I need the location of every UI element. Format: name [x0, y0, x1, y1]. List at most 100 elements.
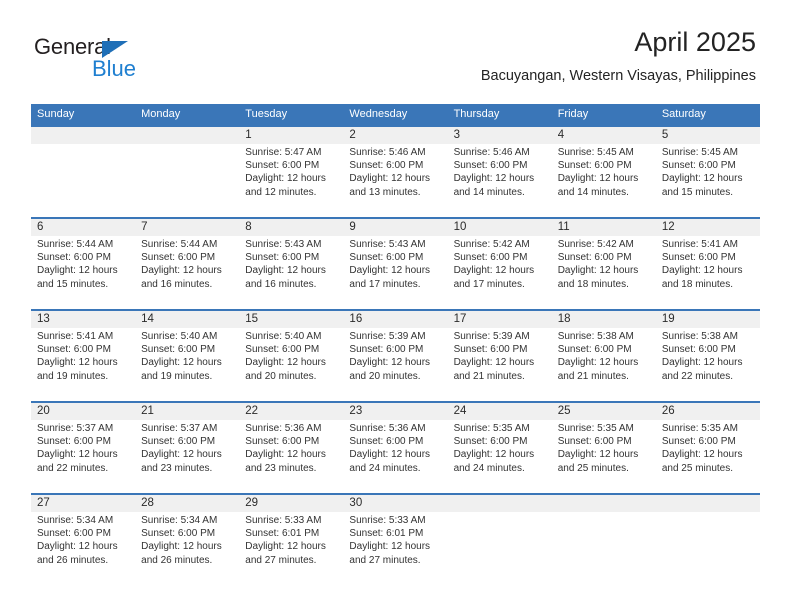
sunset-text: Sunset: 6:00 PM [453, 160, 528, 172]
day-cell[interactable]: 21 Sunrise: 5:37 AM Sunset: 6:00 PM Dayl… [135, 403, 239, 493]
day-number: 16 [349, 313, 363, 325]
day-cell[interactable]: 5 Sunrise: 5:45 AM Sunset: 6:00 PM Dayli… [656, 127, 760, 217]
day-cell[interactable]: 17 Sunrise: 5:39 AM Sunset: 6:00 PM Dayl… [448, 311, 552, 401]
day-details: Sunrise: 5:34 AM Sunset: 6:00 PM Dayligh… [141, 514, 234, 567]
day-number: 26 [661, 405, 675, 417]
day-cell[interactable]: 6 Sunrise: 5:44 AM Sunset: 6:00 PM Dayli… [31, 219, 135, 309]
day-number: 27 [37, 497, 50, 509]
day-cell[interactable]: 28 Sunrise: 5:34 AM Sunset: 6:00 PM Dayl… [135, 495, 239, 585]
day-cell[interactable]: 18 Sunrise: 5:38 AM Sunset: 6:00 PM Dayl… [552, 311, 656, 401]
daylight-text-line1: Daylight: 12 hours [661, 265, 743, 277]
daylight-text-line1: Daylight: 12 hours [661, 449, 743, 461]
day-cell[interactable]: 9 Sunrise: 5:43 AM Sunset: 6:00 PM Dayli… [343, 219, 447, 309]
weekday-thursday: Thursday [453, 108, 500, 120]
sunset-text: Sunset: 6:00 PM [453, 344, 528, 356]
day-number: 1 [245, 129, 252, 141]
sunrise-text: Sunrise: 5:45 AM [557, 147, 634, 158]
weekday-saturday: Saturday [661, 108, 706, 120]
day-number: 3 [453, 129, 460, 141]
day-cell[interactable]: 30 Sunrise: 5:33 AM Sunset: 6:01 PM Dayl… [343, 495, 447, 585]
day-cell[interactable] [656, 495, 760, 585]
daylight-text-line1: Daylight: 12 hours [141, 357, 222, 369]
daylight-text-line1: Daylight: 12 hours [349, 265, 431, 277]
day-cell[interactable]: 27 Sunrise: 5:34 AM Sunset: 6:00 PM Dayl… [31, 495, 135, 585]
day-cell[interactable]: 13 Sunrise: 5:41 AM Sunset: 6:00 PM Dayl… [31, 311, 135, 401]
day-cell[interactable]: 26 Sunrise: 5:35 AM Sunset: 6:00 PM Dayl… [656, 403, 760, 493]
day-number: 2 [349, 129, 356, 141]
daylight-text-line1: Daylight: 12 hours [245, 173, 326, 185]
daylight-text-line1: Daylight: 12 hours [453, 357, 535, 369]
day-cell[interactable]: 1 Sunrise: 5:47 AM Sunset: 6:00 PM Dayli… [239, 127, 343, 217]
general-blue-logo[interactable]: General Blue [34, 34, 234, 82]
day-cell[interactable] [448, 495, 552, 585]
day-number: 17 [453, 313, 467, 325]
day-details: Sunrise: 5:40 AM Sunset: 6:00 PM Dayligh… [245, 330, 338, 383]
day-cell[interactable] [552, 495, 656, 585]
daylight-text-line2: and 22 minutes. [37, 462, 109, 474]
daylight-text-line1: Daylight: 12 hours [141, 265, 222, 277]
day-cell[interactable]: 8 Sunrise: 5:43 AM Sunset: 6:00 PM Dayli… [239, 219, 343, 309]
day-details: Sunrise: 5:38 AM Sunset: 6:00 PM Dayligh… [558, 330, 651, 383]
sunrise-text: Sunrise: 5:45 AM [661, 147, 738, 158]
day-cell[interactable]: 11 Sunrise: 5:42 AM Sunset: 6:00 PM Dayl… [552, 219, 656, 309]
daylight-text-line1: Daylight: 12 hours [453, 449, 535, 461]
day-cell[interactable]: 2 Sunrise: 5:46 AM Sunset: 6:00 PM Dayli… [343, 127, 447, 217]
day-number: 8 [245, 221, 252, 233]
daylight-text-line2: and 23 minutes. [245, 462, 317, 474]
day-cell[interactable]: 24 Sunrise: 5:35 AM Sunset: 6:00 PM Dayl… [448, 403, 552, 493]
day-cell[interactable]: 25 Sunrise: 5:35 AM Sunset: 6:00 PM Dayl… [552, 403, 656, 493]
sunset-text: Sunset: 6:00 PM [453, 436, 528, 448]
daylight-text-line1: Daylight: 12 hours [245, 357, 326, 369]
day-cell[interactable] [135, 127, 239, 217]
day-details: Sunrise: 5:42 AM Sunset: 6:00 PM Dayligh… [454, 238, 547, 291]
weekday-monday: Monday [141, 108, 181, 120]
day-number: 25 [557, 405, 571, 417]
sunset-text: Sunset: 6:00 PM [349, 344, 424, 356]
daylight-text-line2: and 23 minutes. [141, 462, 213, 474]
day-cell[interactable]: 10 Sunrise: 5:42 AM Sunset: 6:00 PM Dayl… [448, 219, 552, 309]
day-cell[interactable]: 16 Sunrise: 5:39 AM Sunset: 6:00 PM Dayl… [343, 311, 447, 401]
sunrise-text: Sunrise: 5:40 AM [245, 331, 322, 342]
day-details: Sunrise: 5:43 AM Sunset: 6:00 PM Dayligh… [245, 238, 338, 291]
day-cell[interactable]: 14 Sunrise: 5:40 AM Sunset: 6:00 PM Dayl… [135, 311, 239, 401]
day-cell[interactable] [31, 127, 135, 217]
day-cell[interactable]: 29 Sunrise: 5:33 AM Sunset: 6:01 PM Dayl… [239, 495, 343, 585]
day-cell[interactable]: 20 Sunrise: 5:37 AM Sunset: 6:00 PM Dayl… [31, 403, 135, 493]
sunset-text: Sunset: 6:00 PM [37, 528, 111, 540]
day-cell[interactable]: 22 Sunrise: 5:36 AM Sunset: 6:00 PM Dayl… [239, 403, 343, 493]
daylight-text-line1: Daylight: 12 hours [453, 173, 535, 185]
daylight-text-line1: Daylight: 12 hours [245, 449, 326, 461]
page-title: April 2025 [634, 27, 756, 57]
sunrise-text: Sunrise: 5:39 AM [453, 331, 530, 342]
day-cell[interactable]: 4 Sunrise: 5:45 AM Sunset: 6:00 PM Dayli… [552, 127, 656, 217]
day-number: 20 [37, 405, 50, 417]
day-cell[interactable]: 15 Sunrise: 5:40 AM Sunset: 6:00 PM Dayl… [239, 311, 343, 401]
daylight-text-line2: and 27 minutes. [349, 554, 421, 566]
day-number [141, 127, 234, 144]
sunset-text: Sunset: 6:00 PM [37, 436, 111, 448]
day-number: 30 [349, 497, 363, 509]
daylight-text-line1: Daylight: 12 hours [245, 265, 326, 277]
sunset-text: Sunset: 6:00 PM [661, 252, 736, 264]
day-cell[interactable]: 19 Sunrise: 5:38 AM Sunset: 6:00 PM Dayl… [656, 311, 760, 401]
day-details: Sunrise: 5:33 AM Sunset: 6:01 PM Dayligh… [245, 514, 338, 567]
sunset-text: Sunset: 6:00 PM [245, 252, 320, 264]
sunset-text: Sunset: 6:00 PM [141, 528, 216, 540]
sunrise-text: Sunrise: 5:33 AM [349, 515, 426, 526]
day-cell[interactable]: 7 Sunrise: 5:44 AM Sunset: 6:00 PM Dayli… [135, 219, 239, 309]
daylight-text-line2: and 17 minutes. [453, 278, 525, 290]
day-number: 19 [661, 313, 675, 325]
day-cell[interactable]: 23 Sunrise: 5:36 AM Sunset: 6:00 PM Dayl… [343, 403, 447, 493]
daylight-text-line2: and 21 minutes. [453, 370, 525, 382]
day-cell[interactable]: 3 Sunrise: 5:46 AM Sunset: 6:00 PM Dayli… [448, 127, 552, 217]
day-details: Sunrise: 5:37 AM Sunset: 6:00 PM Dayligh… [141, 422, 234, 475]
daylight-text-line2: and 21 minutes. [557, 370, 629, 382]
day-details: Sunrise: 5:35 AM Sunset: 6:00 PM Dayligh… [558, 422, 651, 475]
day-cell[interactable]: 12 Sunrise: 5:41 AM Sunset: 6:00 PM Dayl… [656, 219, 760, 309]
daylight-text-line2: and 19 minutes. [141, 370, 213, 382]
sunset-text: Sunset: 6:00 PM [557, 252, 632, 264]
sunrise-text: Sunrise: 5:37 AM [141, 423, 218, 434]
day-number: 7 [141, 221, 148, 233]
daylight-text-line2: and 12 minutes. [245, 186, 317, 198]
daylight-text-line2: and 14 minutes. [557, 186, 629, 198]
